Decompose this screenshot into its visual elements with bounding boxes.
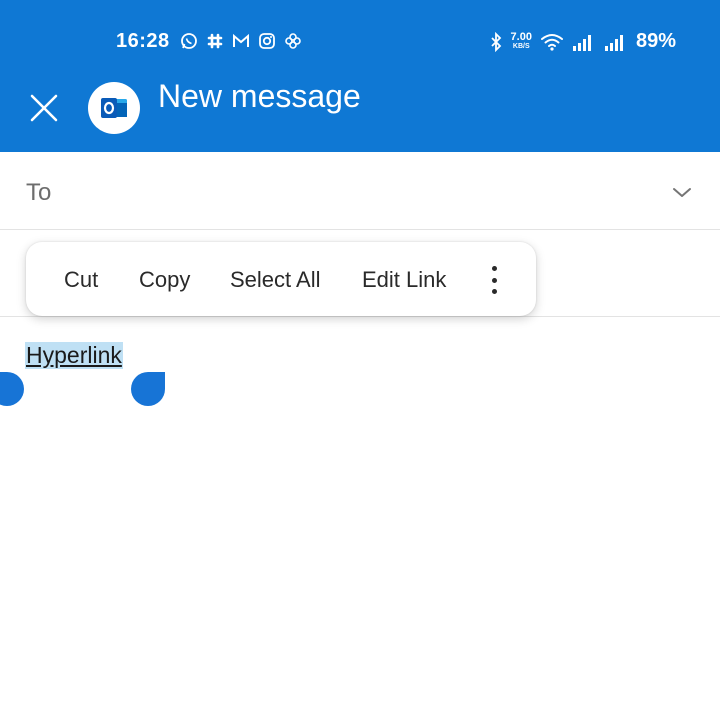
slack-icon bbox=[207, 33, 223, 49]
edit-link-button[interactable]: Edit Link bbox=[362, 267, 446, 293]
pinwheel-icon bbox=[285, 33, 301, 49]
notification-icons bbox=[180, 32, 302, 50]
gmail-icon bbox=[233, 33, 249, 47]
select-all-button[interactable]: Select All bbox=[230, 267, 321, 293]
network-speed: 7.00 KB/S bbox=[510, 30, 532, 51]
to-label: To bbox=[26, 179, 52, 206]
to-field[interactable]: To bbox=[0, 152, 720, 230]
close-icon[interactable] bbox=[24, 88, 64, 128]
signal-icon-2 bbox=[604, 34, 623, 51]
wifi-icon bbox=[540, 33, 563, 51]
whatsapp-icon bbox=[181, 33, 197, 49]
selection-handle-start[interactable] bbox=[0, 372, 24, 406]
more-dot bbox=[491, 289, 497, 294]
selected-hyperlink[interactable]: Hyperlink bbox=[25, 342, 123, 369]
page-title: New message bbox=[158, 78, 361, 114]
chevron-down-icon[interactable] bbox=[670, 180, 694, 204]
cut-button[interactable]: Cut bbox=[64, 267, 98, 293]
status-bar: 16:28 7.00 KB/S 89% bbox=[0, 28, 720, 58]
text-selection-menu: Cut Copy Select All Edit Link bbox=[26, 242, 536, 316]
more-dot bbox=[491, 277, 497, 283]
more-dot bbox=[491, 266, 497, 271]
status-time: 16:28 bbox=[116, 30, 170, 52]
net-speed-unit: KB/S bbox=[512, 42, 530, 50]
copy-button[interactable]: Copy bbox=[139, 267, 190, 293]
bluetooth-icon bbox=[490, 31, 501, 52]
instagram-icon bbox=[259, 33, 275, 49]
status-right: 7.00 KB/S 89% bbox=[489, 30, 676, 53]
more-options-icon[interactable] bbox=[482, 264, 506, 296]
app-header: 16:28 7.00 KB/S 89% New message bbox=[0, 0, 720, 152]
net-speed-value: 7.00 bbox=[510, 30, 532, 43]
selection-handle-end[interactable] bbox=[131, 372, 165, 406]
battery-level: 89% bbox=[635, 30, 676, 52]
outlook-icon bbox=[88, 82, 140, 134]
signal-icon bbox=[572, 34, 591, 51]
